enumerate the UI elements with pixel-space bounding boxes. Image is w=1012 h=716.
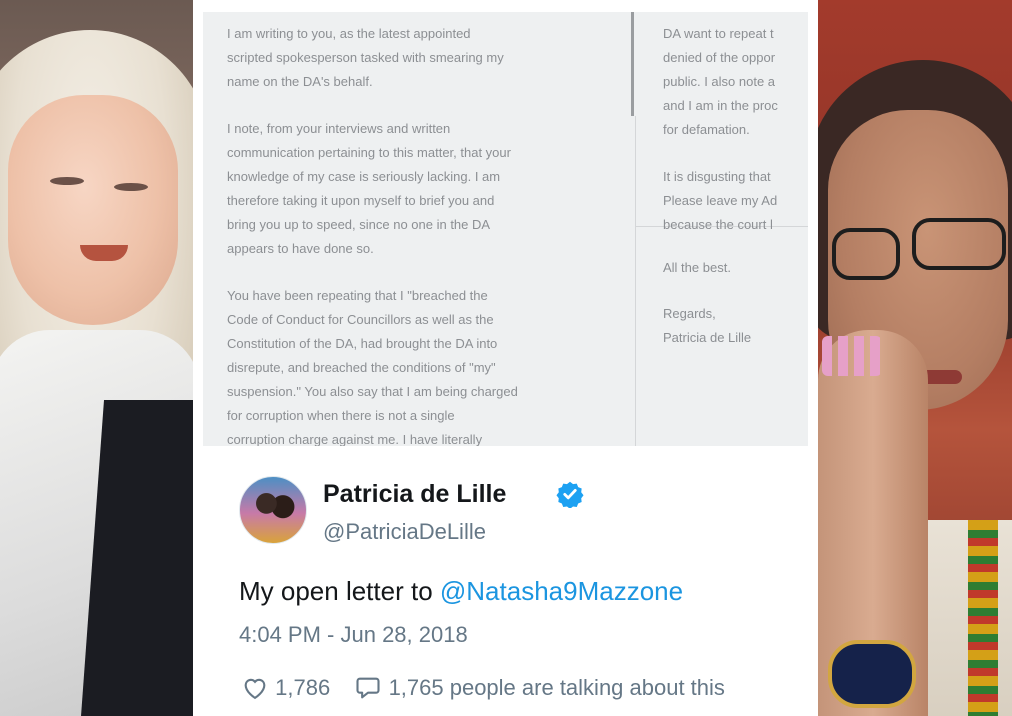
tweet[interactable]: Patricia de Lille @PatriciaDeLille My op…	[203, 446, 808, 716]
letter-paragraph: I note, from your interviews and written…	[227, 121, 511, 256]
letter-paragraph: DA want to repeat t denied of the oppor …	[663, 26, 778, 137]
tweet-author-name[interactable]: Patricia de Lille	[323, 480, 506, 509]
right-photo	[818, 0, 1012, 716]
letter-image: I am writing to you, as the latest appoi…	[203, 12, 808, 446]
embedded-tweet-card: I am writing to you, as the latest appoi…	[203, 0, 808, 716]
letter-paragraph: I am writing to you, as the latest appoi…	[227, 26, 504, 89]
talking-count[interactable]: 1,765 people are talking about this	[389, 675, 725, 700]
right-photo-nails	[822, 336, 882, 376]
letter-paragraph: You have been repeating that I "breached…	[227, 288, 518, 446]
letter-scrollbar	[631, 12, 634, 116]
verified-badge-icon	[556, 481, 584, 508]
letter-signoff: All the best.	[663, 260, 731, 275]
letter-closing: All the best. Regards, Patricia de Lille	[663, 256, 808, 372]
comment-icon[interactable]	[354, 674, 382, 702]
letter-signature: Regards, Patricia de Lille	[663, 306, 752, 345]
tweet-text-prefix: My open letter to	[239, 576, 440, 606]
left-photo-face	[8, 95, 178, 325]
letter-column-left: I am writing to you, as the latest appoi…	[227, 22, 617, 446]
heart-icon[interactable]	[241, 674, 269, 702]
left-photo-eye	[50, 177, 84, 185]
letter-column-right: DA want to repeat t denied of the oppor …	[663, 22, 808, 260]
right-photo-scarf	[968, 520, 998, 716]
avatar[interactable]	[239, 476, 307, 544]
tweet-timestamp[interactable]: 4:04 PM - Jun 28, 2018	[239, 622, 468, 648]
left-photo-mouth	[80, 245, 128, 261]
left-photo-eye	[114, 183, 148, 191]
glasses-icon	[912, 218, 1006, 270]
tweet-mention-link[interactable]: @Natasha9Mazzone	[440, 576, 683, 606]
tweet-text: My open letter to @Natasha9Mazzone	[239, 576, 683, 607]
left-photo	[0, 0, 193, 716]
glasses-icon	[832, 228, 900, 280]
letter-divider	[635, 116, 636, 446]
right-photo-bracelet	[828, 640, 916, 708]
tweet-actions: 1,786 1,765 people are talking about thi…	[241, 674, 725, 702]
tweet-author-handle[interactable]: @PatriciaDeLille	[323, 519, 486, 545]
like-count: 1,786	[275, 675, 331, 701]
letter-paragraph: It is disgusting that Please leave my Ad…	[663, 169, 778, 232]
